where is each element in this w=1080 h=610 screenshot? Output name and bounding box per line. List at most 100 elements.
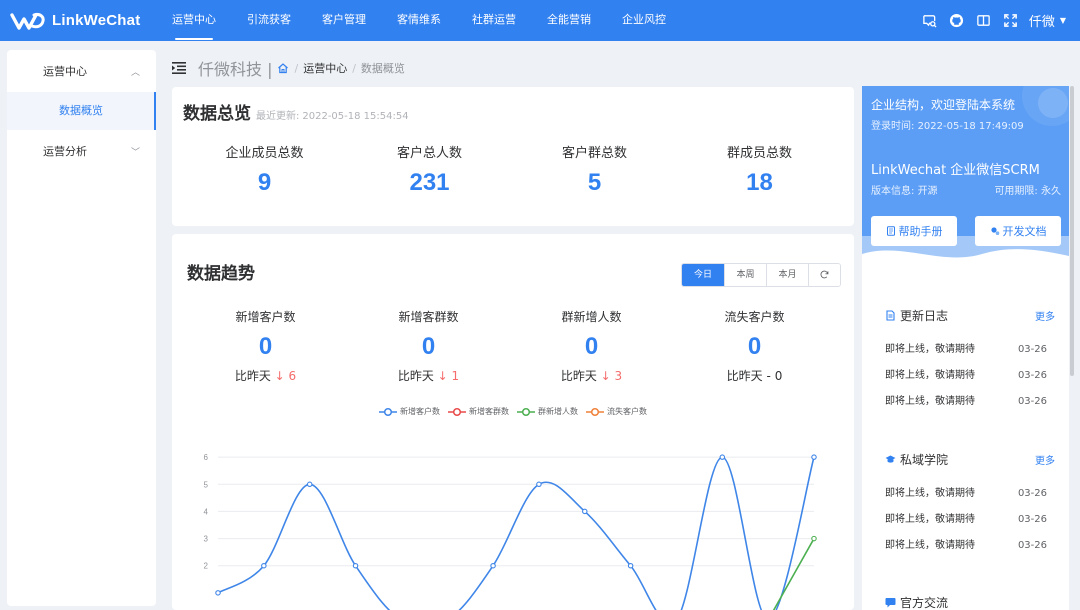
company-name: 仟微科技 | [198, 60, 273, 79]
tab-this-month[interactable]: 本月 [766, 264, 808, 286]
nav-item-enterprise-risk-control[interactable]: 企业风控 [622, 0, 666, 41]
data-point[interactable] [490, 562, 496, 569]
tab-today[interactable]: 今日 [682, 264, 724, 286]
nav-item-all-round-marketing[interactable]: 全能营销 [547, 0, 591, 41]
changelog-more-link[interactable]: 更多 [1035, 308, 1055, 323]
login-label: 登录时间: [871, 121, 915, 132]
github-icon[interactable] [949, 13, 965, 29]
item-text: 即将上线，敬请期待 [885, 540, 975, 551]
legend-label: 流失客户数 [607, 407, 647, 416]
graduation-cap-icon [885, 455, 896, 463]
trend-stat-label: 流失客户数 [724, 310, 785, 324]
legend-swatch [517, 407, 535, 416]
sidebar-group-label: 运营分析 [43, 145, 87, 158]
item-date: 03-26 [1017, 370, 1047, 381]
refresh-button[interactable] [808, 264, 840, 286]
login-value: 2022-05-18 17:49:09 [917, 121, 1024, 132]
manual-icon [886, 226, 895, 236]
help-manual-label: 帮助手册 [898, 225, 943, 238]
stat-value: 5 [587, 169, 602, 196]
legend-label: 新增客户数 [400, 407, 440, 416]
compare-value: 0 [774, 369, 783, 383]
item-text: 即将上线，敬请期待 [885, 344, 975, 355]
official-header: 官方交流 [885, 594, 1055, 610]
data-point[interactable] [582, 508, 588, 515]
data-point[interactable] [811, 454, 817, 460]
stat-group-members: 群成员总数 18 [677, 142, 842, 197]
overview-stats: 企业成员总数 9 客户总人数 231 客户群总数 5 群成员总数 18 [172, 142, 854, 197]
list-item[interactable]: 即将上线，敬请期待 03-26 [885, 481, 1055, 507]
nav-item-customer-relations[interactable]: 客情维系 [397, 0, 441, 41]
dev-docs-label: 开发文档 [1002, 225, 1047, 238]
right-panel: 企业结构，欢迎登陆本系统 登录时间: 2022-05-18 17:49:09 L… [862, 86, 1069, 610]
version-label: 版本信息: [871, 186, 915, 197]
data-point[interactable] [627, 562, 634, 569]
login-time: 登录时间: 2022-05-18 17:49:09 [871, 117, 1024, 132]
data-point[interactable] [536, 481, 542, 488]
nav-item-operations-center[interactable]: 运营中心 [172, 0, 216, 41]
list-item[interactable]: 即将上线，敬请期待 03-26 [885, 337, 1055, 363]
stat-value: 231 [409, 169, 450, 196]
nav-item-traffic-acquisition[interactable]: 引流获客 [247, 0, 291, 41]
message-search-icon[interactable] [922, 13, 938, 29]
stat-value: 18 [746, 169, 773, 196]
list-item[interactable]: 即将上线，敬请期待 03-26 [885, 533, 1055, 559]
data-point[interactable] [352, 562, 359, 569]
data-point[interactable] [719, 454, 726, 460]
academy-title: 私域学院 [885, 451, 948, 468]
list-item[interactable]: 即将上线，敬请期待 03-26 [885, 363, 1055, 389]
changelog-section: 更新日志 更多 即将上线，敬请期待 03-26 即将上线，敬请期待 03-26 即将… [885, 307, 1055, 415]
trend-line-chart: 2 3 4 5 6 [204, 453, 817, 610]
chevron-down-icon: ﹀ [130, 147, 140, 158]
caret-down-icon[interactable]: ▼ [1060, 16, 1066, 25]
validity-info: 可用期限: 永久 [994, 182, 1061, 197]
refresh-icon [820, 270, 829, 279]
fullscreen-icon[interactable] [1003, 13, 1019, 29]
decor-bubble [1022, 86, 1069, 126]
item-text: 即将上线，敬请期待 [885, 396, 975, 407]
dev-docs-button[interactable]: 开发文档 [975, 216, 1061, 246]
data-point[interactable] [261, 562, 267, 569]
breadcrumb-level1[interactable]: 运营中心 [303, 60, 347, 76]
trend-stat-new-customers: 新增客户数 0 比昨天 ↓ 6 [184, 308, 347, 384]
dash-icon: - [766, 369, 771, 383]
logo[interactable]: LinkWeChat [10, 11, 160, 31]
right-panel-scrollbar[interactable] [1070, 86, 1074, 376]
legend-item-new-groups[interactable]: 新增客群数 [448, 406, 509, 417]
nav-item-community-operations[interactable]: 社群运营 [472, 0, 516, 41]
y-tick-label: 2 [204, 562, 209, 571]
legend-swatch [379, 407, 397, 416]
changelog-header: 更新日志 更多 [885, 307, 1055, 323]
stat-customers: 客户总人数 231 [347, 142, 512, 197]
sidebar-item-data-overview[interactable]: 数据概览 [7, 92, 156, 130]
chart-legend: 新增客户数 新增客群数 群新增人数 流失客户数 [172, 406, 854, 417]
tab-this-week[interactable]: 本周 [724, 264, 766, 286]
y-tick-label: 6 [204, 453, 209, 462]
trend-stat-value: 0 [421, 333, 436, 360]
legend-item-new-customers[interactable]: 新增客户数 [379, 406, 440, 417]
data-point[interactable] [306, 481, 313, 488]
series-line-2 [772, 538, 815, 610]
legend-item-group-new-members[interactable]: 群新增人数 [517, 406, 578, 417]
list-item[interactable]: 即将上线，敬请期待 03-26 [885, 389, 1055, 415]
compare-prefix: 比昨天 [234, 369, 271, 383]
academy-section: 私域学院 更多 即将上线，敬请期待 03-26 即将上线，敬请期待 03-26 即将… [885, 451, 1055, 559]
user-menu[interactable]: 仟微 [1029, 11, 1055, 30]
list-item[interactable]: 即将上线，敬请期待 03-26 [885, 507, 1055, 533]
book-icon[interactable] [976, 13, 992, 29]
version-value: 开源 [917, 186, 938, 197]
help-manual-button[interactable]: 帮助手册 [871, 216, 957, 246]
sidebar-group-operations-analysis[interactable]: 运营分析 ﹀ [7, 130, 156, 172]
data-point[interactable] [811, 535, 817, 542]
trend-stat-lost-customers: 流失客户数 0 比昨天 - 0 [673, 308, 836, 384]
legend-item-lost-customers[interactable]: 流失客户数 [586, 406, 647, 417]
home-icon[interactable] [277, 62, 289, 74]
nav-item-customer-management[interactable]: 客户管理 [322, 0, 366, 41]
menu-fold-icon[interactable] [172, 62, 186, 74]
academy-more-link[interactable]: 更多 [1035, 452, 1055, 467]
welcome-title: 企业结构，欢迎登陆本系统 [871, 98, 1016, 112]
arrow-down-icon: ↓ [274, 369, 285, 383]
validity-label: 可用期限: [994, 186, 1038, 197]
data-point[interactable] [215, 590, 221, 596]
sidebar-group-operations-center[interactable]: 运营中心 ︿ [7, 50, 156, 92]
